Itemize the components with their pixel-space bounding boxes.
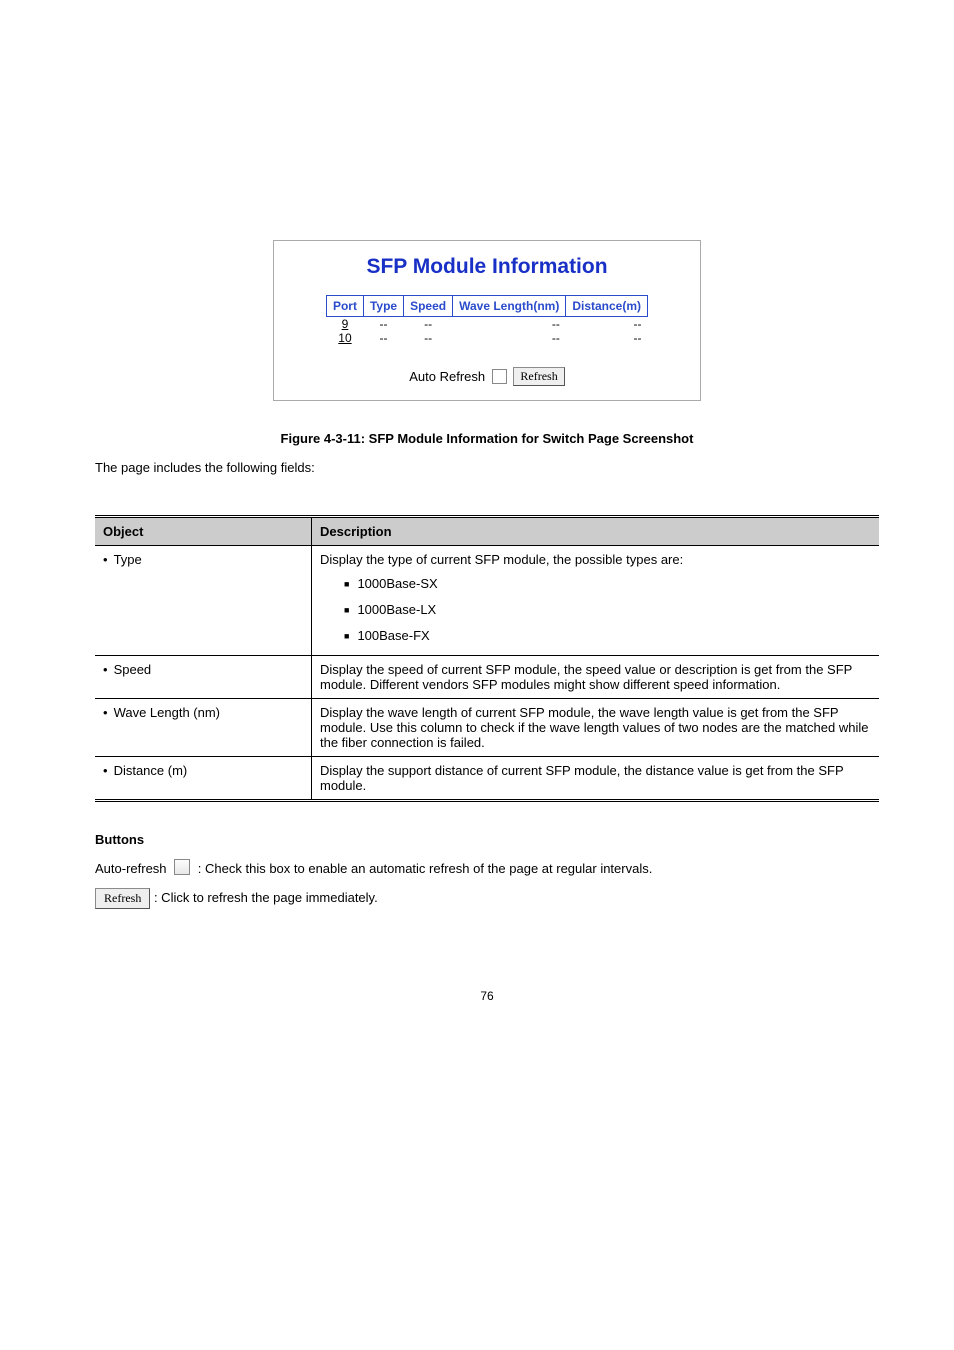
desc-row: •Wave Length (nm) Display the wave lengt… [95,699,879,757]
cell-speed: -- [404,331,453,345]
desc-text: Display the speed of current SFP module,… [312,656,880,699]
sfp-table: Port Type Speed Wave Length(nm) Distance… [326,295,648,345]
col-type: Type [363,296,403,317]
description-table: Object Description •Type Display the typ… [95,515,879,802]
obj-header: Object [95,517,312,546]
desc-text: Display the wave length of current SFP m… [312,699,880,757]
desc-text: Display the support distance of current … [312,757,880,801]
refresh-button-inline[interactable]: Refresh [95,888,150,909]
desc-row: •Type Display the type of current SFP mo… [95,546,879,656]
list-item: 100Base-FX [344,623,871,649]
cell-speed: -- [404,317,453,332]
panel-title: SFP Module Information [274,241,700,295]
list-item: 1000Base-LX [344,597,871,623]
obj-label: Type [114,552,142,567]
port-link[interactable]: 10 [338,331,351,345]
col-distance: Distance(m) [566,296,648,317]
figure-caption: Figure 4-3-11: SFP Module Information fo… [95,431,879,446]
panel-controls: Auto Refresh Refresh [274,367,700,386]
checkbox-icon [174,859,190,875]
auto-refresh-desc: : Check this box to enable an automatic … [198,861,653,876]
cell-wave: -- [453,317,566,332]
table-header-row: Port Type Speed Wave Length(nm) Distance… [326,296,647,317]
desc-text: Display the type of current SFP module, … [320,552,683,567]
cell-wave: -- [453,331,566,345]
col-wave-length: Wave Length(nm) [453,296,566,317]
buttons-heading: Buttons [95,832,879,847]
cell-dist: -- [566,317,648,332]
cell-dist: -- [566,331,648,345]
obj-label: Distance (m) [114,763,188,778]
cell-type: -- [363,331,403,345]
obj-label: Wave Length (nm) [114,705,220,720]
cell-type: -- [363,317,403,332]
refresh-desc: : Click to refresh the page immediately. [154,890,378,905]
col-port: Port [326,296,363,317]
refresh-button[interactable]: Refresh [513,367,564,386]
table-row: 10 -- -- -- -- [326,331,647,345]
auto-refresh-text: Auto-refresh [95,861,167,876]
table-row: 9 -- -- -- -- [326,317,647,332]
auto-refresh-label: Auto Refresh [409,369,485,384]
page-number: 76 [95,989,879,1003]
port-link[interactable]: 9 [342,317,349,331]
type-list: 1000Base-SX 1000Base-LX 100Base-FX [344,571,871,649]
col-speed: Speed [404,296,453,317]
desc-row: •Distance (m) Display the support distan… [95,757,879,801]
auto-refresh-checkbox[interactable] [492,369,507,384]
list-item: 1000Base-SX [344,571,871,597]
obj-label: Speed [114,662,152,677]
sfp-module-panel: SFP Module Information Port Type Speed W… [273,240,701,401]
desc-row: •Speed Display the speed of current SFP … [95,656,879,699]
page-note: The page includes the following fields: [95,460,879,475]
desc-header: Description [312,517,880,546]
